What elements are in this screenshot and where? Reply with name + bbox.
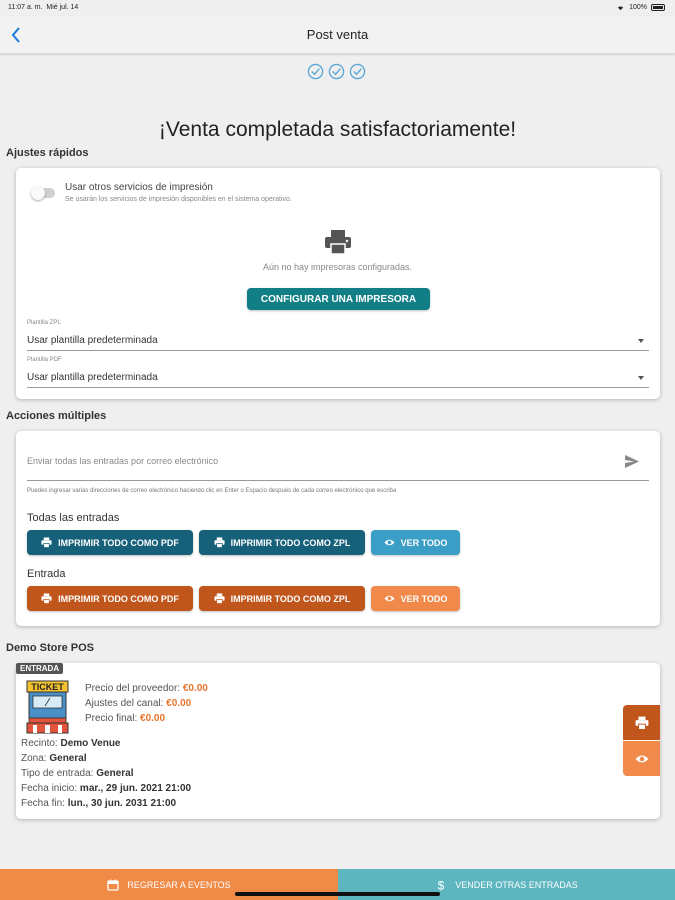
battery-icon: [651, 4, 665, 11]
configure-printer-label: CONFIGURAR UNA IMPRESORA: [260, 293, 417, 305]
wifi-icon: [617, 6, 624, 11]
print-ticket-button[interactable]: [623, 705, 660, 740]
section-title-bulk-actions: Acciones múltiples: [6, 410, 107, 422]
entry-print-zpl-label: IMPRIMIR TODO COMO ZPL: [230, 593, 351, 604]
view-all-button[interactable]: VER TODO: [371, 530, 460, 555]
print-all-zpl-label: IMPRIMIR TODO COMO ZPL: [230, 537, 351, 548]
print-services-toggle[interactable]: [31, 186, 55, 200]
zpl-underline: [27, 350, 649, 351]
print-all-pdf-button[interactable]: IMPRIMIR TODO COMO PDF: [27, 530, 193, 555]
ticket-word: TICKET: [31, 682, 64, 692]
calendar-icon: [107, 879, 119, 891]
zone-line: Zona: General: [21, 753, 87, 764]
channel-adjustments: Ajustes del canal: €0.00: [85, 698, 192, 709]
zpl-template-label: Plantilla ZPL: [27, 320, 61, 326]
printer-icon: [214, 537, 225, 548]
send-icon[interactable]: [624, 454, 640, 469]
dollar-icon: $: [438, 879, 445, 891]
entry-print-pdf-button[interactable]: IMPRIMIR TODO COMO PDF: [27, 586, 193, 611]
back-to-events-label: REGRESAR A EVENTOS: [127, 879, 231, 890]
final-price: Precio final: €0.00: [85, 713, 166, 724]
email-underline: [27, 480, 649, 481]
view-ticket-button[interactable]: [623, 741, 660, 776]
all-tickets-title: Todas las entradas: [27, 512, 120, 524]
battery-percent: 100%: [629, 4, 647, 11]
app-bar: Post venta: [0, 16, 675, 54]
email-input[interactable]: Enviar todas las entradas por correo ele…: [27, 456, 218, 466]
printer-icon: [214, 593, 225, 604]
configure-printer-button[interactable]: CONFIGURAR UNA IMPRESORA: [247, 288, 430, 310]
check-circle-icon: [328, 63, 345, 80]
section-title-quick-settings: Ajustes rápidos: [6, 147, 89, 159]
print-all-pdf-label: IMPRIMIR TODO COMO PDF: [58, 537, 179, 548]
pdf-template-select[interactable]: Usar plantilla predeterminada: [27, 372, 158, 383]
ticket-icon: TICKET: [25, 679, 70, 734]
printer-icon: [41, 537, 52, 548]
svg-text:$: $: [438, 879, 445, 891]
printer-icon: [324, 229, 352, 255]
ticket-type-line: Tipo de entrada: General: [21, 768, 134, 779]
entry-view-all-label: VER TODO: [400, 593, 448, 604]
toggle-description: Se usarán los servicios de impresión dis…: [65, 196, 292, 203]
email-help-text: Puedes ingresar varias direcciones de co…: [27, 488, 397, 494]
entry-badge: ENTRADA: [16, 663, 64, 674]
eye-icon: [635, 755, 648, 762]
pdf-underline: [27, 387, 649, 388]
pdf-template-label: Plantilla PDF: [27, 357, 62, 363]
printer-icon: [41, 593, 52, 604]
status-bar: 11:07 a. m. Mié jul. 14 100%: [0, 0, 675, 16]
success-title: ¡Venta completada satisfactoriamente!: [158, 118, 517, 141]
check-circle-icon: [349, 63, 366, 80]
entry-title: Entrada: [27, 568, 66, 580]
end-date-line: Fecha fin: lun., 30 jun. 2031 21:00: [21, 798, 177, 809]
toggle-label: Usar otros servicios de impresión: [65, 182, 213, 193]
page-title: Post venta: [306, 27, 369, 42]
venue-line: Recinto: Demo Venue: [21, 738, 121, 749]
view-all-label: VER TODO: [400, 537, 448, 548]
print-all-zpl-button[interactable]: IMPRIMIR TODO COMO ZPL: [199, 530, 365, 555]
entry-print-zpl-button[interactable]: IMPRIMIR TODO COMO ZPL: [199, 586, 365, 611]
status-time: 11:07 a. m. Mié jul. 14: [8, 4, 79, 11]
start-date-line: Fecha inicio: mar., 29 jun. 2021 21:00: [21, 783, 192, 794]
pdf-caret-icon: [638, 376, 644, 380]
entry-view-all-button[interactable]: VER TODO: [371, 586, 460, 611]
section-title-store: Demo Store POS: [6, 642, 95, 654]
eye-icon: [384, 539, 395, 546]
eye-icon: [384, 595, 395, 602]
entry-print-pdf-label: IMPRIMIR TODO COMO PDF: [58, 593, 179, 604]
check-circle-icon: [307, 63, 324, 80]
no-printers-message: Aún no hay impresoras configuradas.: [262, 262, 413, 272]
sell-more-label: VENDER OTRAS ENTRADAS: [455, 879, 578, 890]
provider-price: Precio del proveedor: €0.00: [85, 683, 208, 694]
home-indicator: [235, 892, 440, 896]
status-right: 100%: [616, 4, 665, 11]
step-indicator: [307, 63, 366, 80]
zpl-template-select[interactable]: Usar plantilla predeterminada: [27, 335, 158, 346]
printer-icon: [635, 716, 648, 730]
zpl-caret-icon: [638, 339, 644, 343]
